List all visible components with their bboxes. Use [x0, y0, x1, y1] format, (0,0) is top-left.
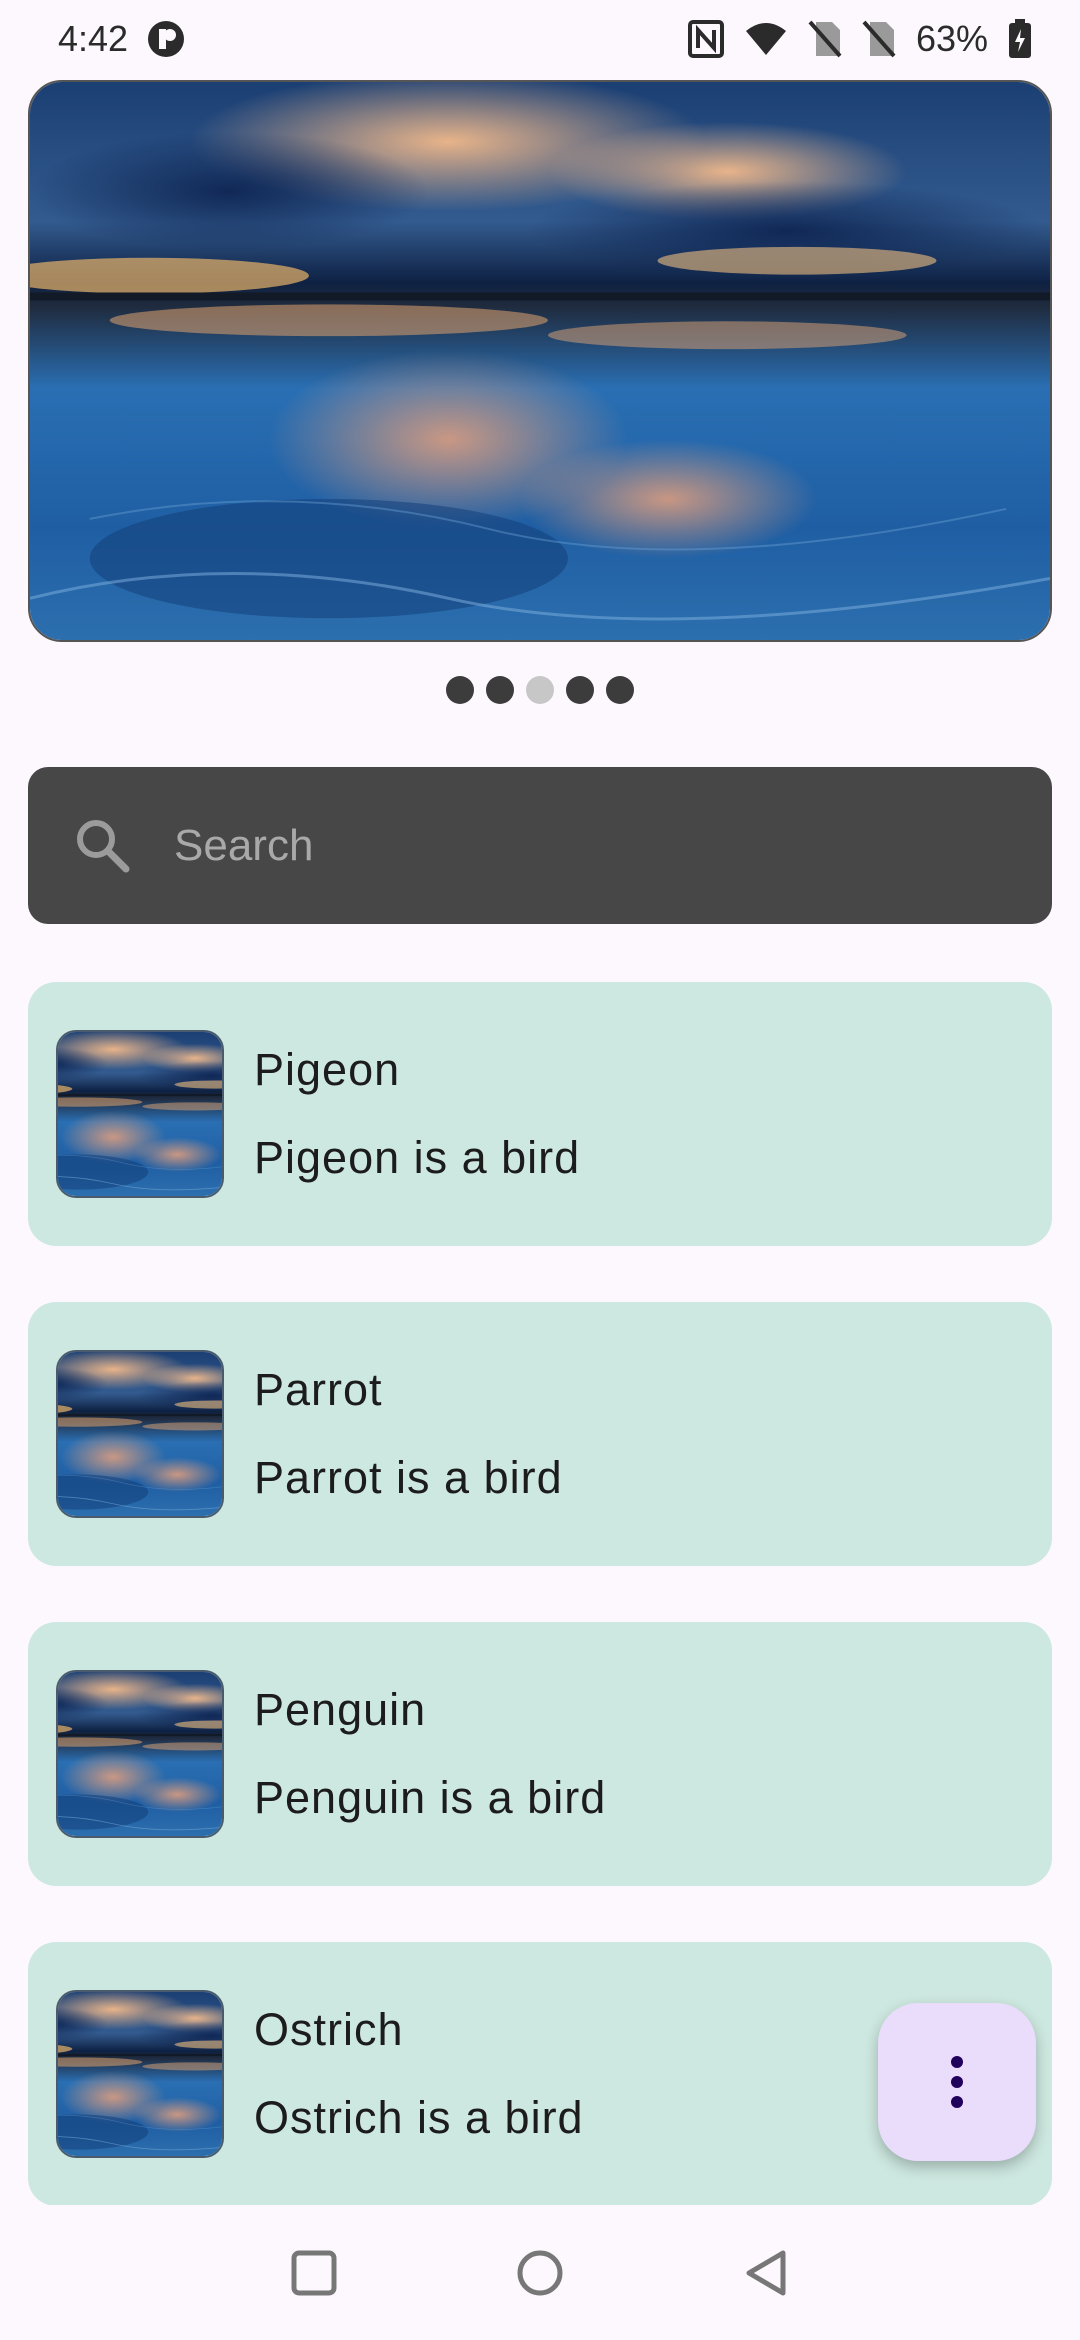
image-carousel[interactable] [28, 80, 1052, 642]
carousel-dot[interactable] [566, 676, 594, 704]
item-thumbnail [56, 1030, 224, 1198]
no-sim-icon [808, 20, 842, 58]
search-input[interactable] [174, 820, 974, 871]
list-item[interactable]: Penguin Penguin is a bird [28, 1622, 1052, 1886]
more-vert-icon [951, 2056, 963, 2108]
carousel-dot[interactable] [606, 676, 634, 704]
notification-app-icon [146, 19, 186, 59]
carousel-image [30, 82, 1050, 640]
back-button[interactable] [741, 2248, 791, 2298]
battery-percent: 63% [915, 18, 988, 59]
item-title: Pigeon [254, 1044, 401, 1095]
item-thumbnail [56, 1350, 224, 1518]
status-time: 4:42 [58, 18, 129, 59]
item-subtitle: Penguin is a bird [254, 1772, 607, 1823]
list-item[interactable]: Parrot Parrot is a bird [28, 1302, 1052, 1566]
carousel-indicator [0, 676, 1080, 706]
item-thumbnail [56, 1990, 224, 2158]
back-icon [746, 2250, 786, 2295]
carousel-dot-active[interactable] [526, 676, 554, 704]
status-right: 63% [687, 18, 1032, 60]
no-sim-icon [862, 20, 896, 58]
recents-button[interactable] [289, 2248, 339, 2298]
recents-icon [291, 2250, 337, 2295]
item-title: Parrot [254, 1364, 383, 1415]
item-title: Ostrich [254, 2004, 404, 2055]
item-thumbnail [56, 1670, 224, 1838]
item-subtitle: Parrot is a bird [254, 1452, 563, 1503]
nfc-icon [687, 20, 724, 58]
search-bar[interactable] [28, 767, 1052, 924]
list-item[interactable]: Pigeon Pigeon is a bird [28, 982, 1052, 1246]
search-icon [77, 819, 130, 872]
more-options-fab[interactable] [878, 2003, 1036, 2161]
item-title: Penguin [254, 1684, 427, 1735]
battery-charging-icon [1008, 19, 1032, 59]
home-button[interactable] [515, 2248, 565, 2298]
item-subtitle: Ostrich is a bird [254, 2092, 584, 2143]
wifi-icon [744, 21, 788, 57]
carousel-dot[interactable] [486, 676, 514, 704]
home-icon [517, 2250, 563, 2295]
status-left: 4:42 [58, 18, 186, 60]
item-subtitle: Pigeon is a bird [254, 1132, 581, 1183]
system-nav-bar [0, 2205, 1080, 2340]
status-bar: 4:42 63% [0, 0, 1080, 78]
carousel-dot[interactable] [446, 676, 474, 704]
